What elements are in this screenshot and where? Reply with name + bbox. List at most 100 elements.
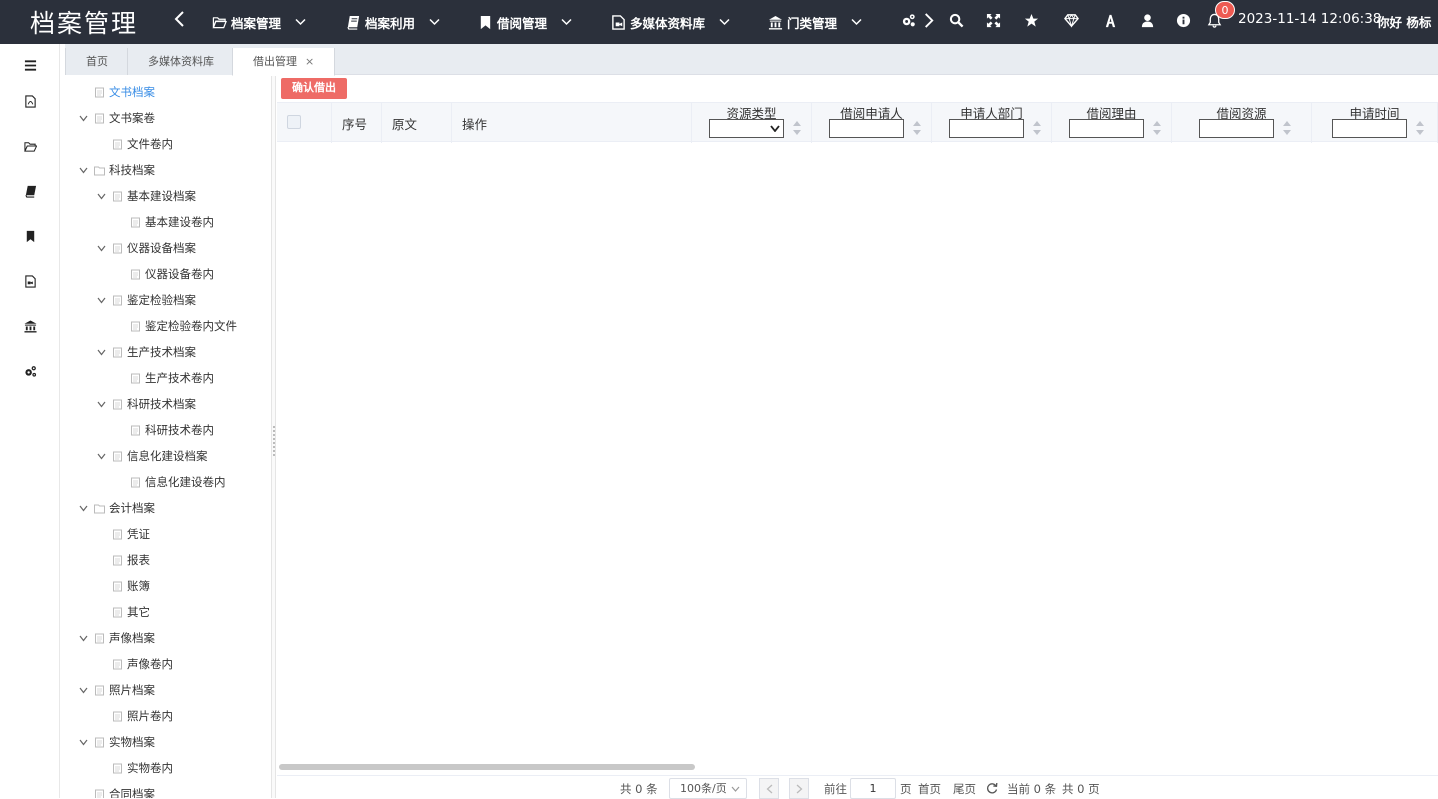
menu-archive-management[interactable]: 档案管理 — [211, 0, 306, 44]
tree-node[interactable]: 仪器设备档案 — [95, 237, 196, 259]
book-icon[interactable] — [21, 182, 39, 200]
tree-node[interactable]: 账簿 — [95, 575, 150, 597]
expand-chevron-icon[interactable] — [77, 112, 89, 124]
expand-chevron-icon[interactable] — [77, 684, 89, 696]
menu-toggle-icon[interactable] — [21, 56, 39, 74]
tree-node[interactable]: 信息化建设卷内 — [113, 471, 226, 493]
tree-node[interactable]: 报表 — [95, 549, 150, 571]
column-header-filter[interactable]: 借阅申请人 — [812, 103, 932, 143]
expand-chevron-icon[interactable] — [95, 190, 107, 202]
tree-node[interactable]: 照片卷内 — [95, 705, 173, 727]
expand-chevron-icon[interactable] — [77, 632, 89, 644]
sort-arrows-icon[interactable] — [792, 119, 802, 137]
menu-borrow-management[interactable]: 借阅管理 — [477, 0, 572, 44]
font-icon[interactable] — [1101, 11, 1119, 29]
media-file-icon[interactable] — [21, 272, 39, 290]
refresh-icon[interactable] — [986, 782, 998, 794]
folder-open-icon[interactable] — [21, 137, 39, 155]
document-icon[interactable] — [21, 92, 39, 110]
search-icon[interactable] — [947, 11, 965, 29]
star-icon[interactable] — [1022, 11, 1040, 29]
page-size-select[interactable]: 100条/页 — [669, 778, 747, 799]
next-page-button[interactable] — [789, 778, 809, 799]
tree-node[interactable]: 仪器设备卷内 — [113, 263, 214, 285]
sort-arrows-icon[interactable] — [912, 119, 922, 137]
tab-close-icon[interactable]: × — [305, 55, 314, 68]
tree-node[interactable]: 基本建设档案 — [95, 185, 196, 207]
collapse-arrow-icon[interactable] — [172, 8, 188, 30]
expand-chevron-icon[interactable] — [95, 242, 107, 254]
user-greeting[interactable]: 你好 杨标 — [1377, 12, 1431, 31]
tab-lend-management[interactable]: 借出管理 × — [232, 48, 336, 76]
column-header-filter[interactable]: 资源类型 — [692, 103, 812, 143]
menu-multimedia-library[interactable]: 多媒体资料库 — [610, 0, 730, 44]
sort-arrows-icon[interactable] — [1282, 119, 1292, 137]
expand-chevron-icon[interactable] — [77, 736, 89, 748]
tree-node[interactable]: 鉴定检验卷内文件 — [113, 315, 237, 337]
info-icon[interactable] — [1174, 11, 1192, 29]
tab-home[interactable]: 首页 — [65, 48, 129, 75]
tree-node[interactable]: 科研技术卷内 — [113, 419, 214, 441]
column-filter-select[interactable] — [709, 119, 784, 138]
column-filter-input[interactable] — [1199, 119, 1274, 138]
tree-node[interactable]: 凭证 — [95, 523, 150, 545]
column-filter-input[interactable] — [949, 119, 1024, 138]
column-header-filter[interactable]: 申请人部门 — [932, 103, 1052, 143]
diamond-icon[interactable] — [1062, 11, 1080, 29]
column-header-filter[interactable]: 借阅理由 — [1052, 103, 1172, 143]
menu-archive-usage[interactable]: 档案利用 — [345, 0, 440, 44]
tab-multimedia-library[interactable]: 多媒体资料库 — [127, 48, 235, 75]
sort-arrows-icon[interactable] — [1415, 119, 1425, 137]
column-header-filter[interactable]: 借阅资源 — [1172, 103, 1312, 143]
horizontal-scrollbar[interactable] — [279, 764, 695, 770]
tree-node[interactable]: 声像档案 — [77, 627, 155, 649]
expand-chevron-icon[interactable] — [95, 346, 107, 358]
tree-node[interactable]: 科研技术档案 — [95, 393, 196, 415]
first-page-link[interactable]: 首页 — [918, 781, 941, 797]
tree-node[interactable]: 文书档案 — [77, 81, 155, 103]
tree-node[interactable]: 生产技术档案 — [95, 341, 196, 363]
menu-category-management[interactable]: 门类管理 — [767, 0, 862, 44]
tree-node[interactable]: 鉴定检验档案 — [95, 289, 196, 311]
column-filter-input[interactable] — [829, 119, 904, 138]
page-number-input[interactable]: 1 — [850, 778, 896, 799]
tree-node[interactable]: 合同档案 — [77, 783, 155, 798]
gears-icon[interactable] — [899, 11, 917, 29]
last-page-link[interactable]: 尾页 — [953, 781, 976, 797]
tree-node[interactable]: 声像卷内 — [95, 653, 173, 675]
column-filter-input[interactable] — [1332, 119, 1407, 138]
sort-arrows-icon[interactable] — [1152, 119, 1162, 137]
bookmark-icon[interactable] — [21, 227, 39, 245]
fullscreen-icon[interactable] — [984, 11, 1002, 29]
column-header-filter[interactable]: 申请时间 — [1312, 103, 1438, 143]
prev-page-button[interactable] — [759, 778, 779, 799]
tree-node[interactable]: 实物档案 — [77, 731, 155, 753]
expand-chevron-icon[interactable] — [95, 450, 107, 462]
panel-splitter[interactable] — [271, 76, 276, 798]
expand-chevron-icon[interactable] — [77, 164, 89, 176]
tree-node[interactable]: 文书案卷 — [77, 107, 155, 129]
sort-arrows-icon[interactable] — [1032, 119, 1042, 137]
column-header-original[interactable]: 原文 — [382, 103, 452, 143]
tree-node[interactable]: 照片档案 — [77, 679, 155, 701]
expand-chevron-icon[interactable] — [95, 294, 107, 306]
tree-node[interactable]: 信息化建设档案 — [95, 445, 208, 467]
tree-node[interactable]: 其它 — [95, 601, 150, 623]
user-icon[interactable] — [1138, 11, 1156, 29]
column-filter-input[interactable] — [1069, 119, 1144, 138]
tree-node[interactable]: 文件卷内 — [95, 133, 173, 155]
expand-chevron-icon[interactable] — [77, 502, 89, 514]
institution-icon[interactable] — [21, 317, 39, 335]
column-header-index[interactable]: 序号 — [332, 103, 382, 143]
splitter-grip[interactable] — [273, 426, 275, 456]
confirm-lend-button[interactable]: 确认借出 — [281, 78, 347, 99]
gears-icon[interactable] — [21, 362, 39, 380]
column-header-actions[interactable]: 操作 — [452, 103, 692, 143]
tree-node[interactable]: 实物卷内 — [95, 757, 173, 779]
tree-node[interactable]: 科技档案 — [77, 159, 155, 181]
chevron-right-icon[interactable] — [919, 11, 937, 29]
tree-node[interactable]: 生产技术卷内 — [113, 367, 214, 389]
expand-chevron-icon[interactable] — [95, 398, 107, 410]
select-all-checkbox[interactable] — [287, 115, 301, 129]
tree-node[interactable]: 基本建设卷内 — [113, 211, 214, 233]
